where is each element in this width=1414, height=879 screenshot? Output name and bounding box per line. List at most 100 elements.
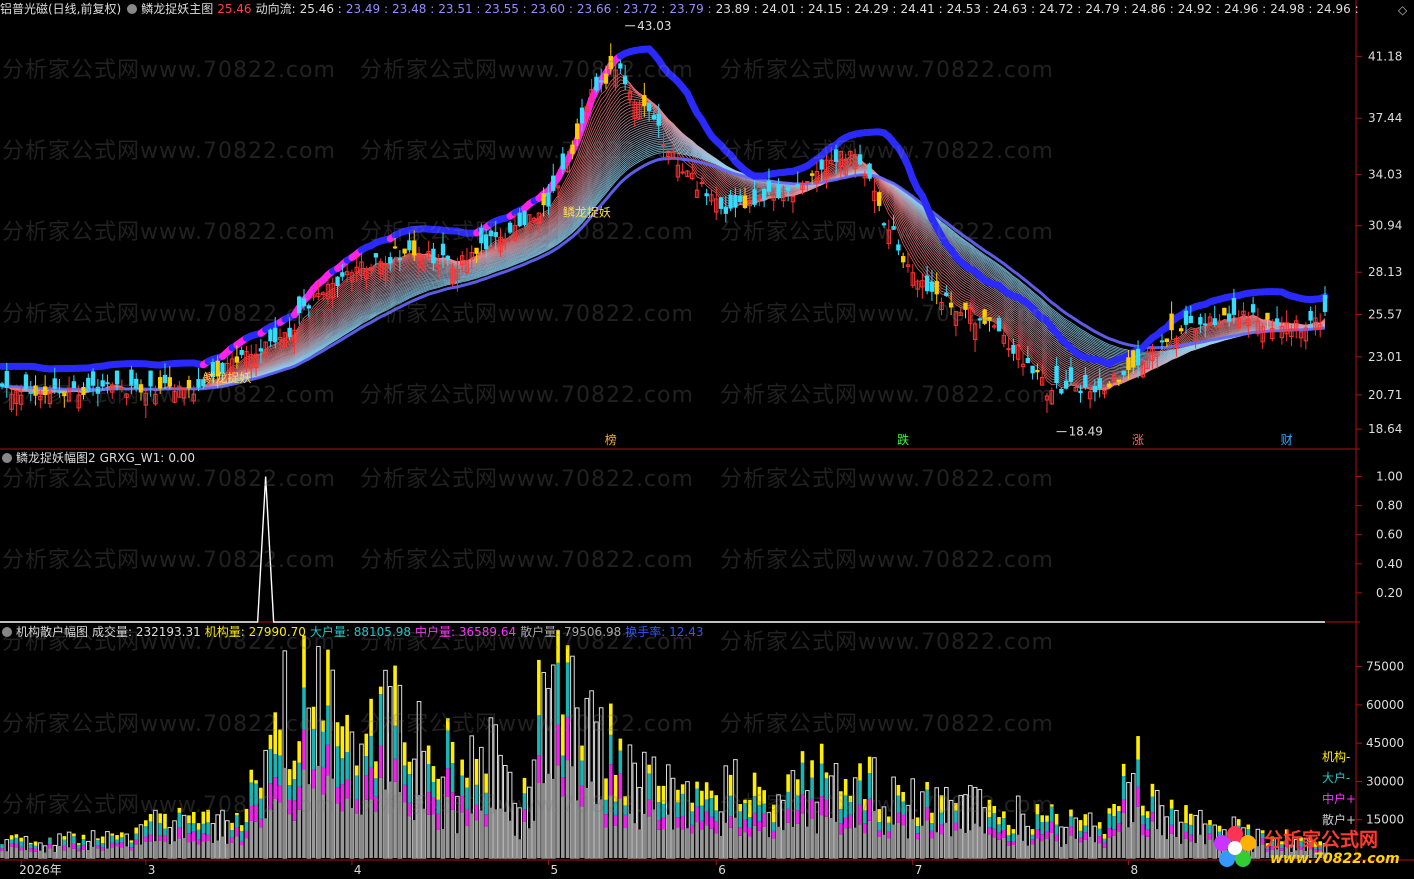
retail-volume-segment — [1083, 839, 1088, 858]
candle-body — [1107, 383, 1112, 388]
retail-volume-segment — [819, 815, 824, 858]
retail-volume-segment — [426, 814, 431, 858]
institution-volume-segment — [196, 823, 201, 830]
retail-volume-segment — [134, 844, 139, 858]
institution-volume-segment — [810, 760, 814, 778]
big-volume-segment — [1145, 817, 1150, 830]
retail-volume-segment — [944, 822, 949, 858]
mid-volume-segment — [196, 839, 201, 845]
retail-volume-segment — [863, 833, 867, 858]
retail-volume-segment — [1002, 837, 1006, 858]
institution-volume-segment — [1030, 829, 1035, 835]
retail-volume-segment — [623, 828, 627, 858]
retail-volume-segment — [1006, 845, 1011, 858]
candle-body — [1126, 357, 1131, 370]
big-volume-segment — [340, 758, 345, 785]
watermark-text: 分析家公式网www.70822.com — [2, 467, 336, 492]
retail-volume-segment — [767, 837, 771, 858]
settings-circle-icon[interactable] — [127, 4, 138, 14]
mid-volume-segment — [709, 816, 714, 829]
mid-volume-segment — [997, 832, 1001, 840]
event-marker: 榜 — [605, 432, 617, 447]
mid-volume-segment — [144, 836, 148, 842]
retail-volume-segment — [144, 841, 148, 858]
y-tick-label: 28.13 — [1368, 265, 1402, 279]
retail-volume-segment — [982, 833, 987, 858]
chart-canvas[interactable]: 41.18 37.44 34.03 30.94 28.13 25.57 23.01 20.71… — [0, 0, 1414, 879]
retail-volume-segment — [1045, 838, 1049, 858]
retail-volume-segment — [1097, 843, 1102, 858]
retail-volume-segment — [201, 841, 206, 858]
big-volume-segment — [618, 750, 623, 774]
x-tick-label: 2026年 — [19, 863, 62, 877]
candle-body — [1116, 379, 1122, 383]
candle-body — [1231, 298, 1237, 315]
retail-volume-segment — [139, 844, 143, 858]
mid-volume-segment — [700, 820, 704, 830]
mid-volume-segment — [656, 820, 661, 830]
institution-volume-segment — [14, 834, 19, 838]
watermark-text: 分析家公式网www.70822.com — [720, 383, 1054, 408]
big-volume-segment — [163, 828, 167, 836]
watermark-text: 分析家公式网www.70822.com — [2, 630, 336, 655]
retail-volume-segment — [412, 820, 417, 858]
big-volume-segment — [1069, 816, 1073, 827]
retail-volume-segment — [206, 841, 210, 858]
big-volume-segment — [700, 805, 704, 821]
y-tick-label: 45000 — [1366, 736, 1404, 750]
mid-volume-segment — [757, 821, 762, 831]
big-volume-segment — [364, 756, 369, 776]
retail-volume-segment — [431, 814, 436, 858]
institution-volume-segment — [618, 738, 623, 751]
retail-volume-segment — [263, 818, 268, 858]
mid-volume-segment — [1078, 837, 1083, 843]
candle-body — [1063, 380, 1069, 389]
retail-volume-segment — [1188, 841, 1193, 858]
watermark-text: 分析家公式网www.70822.com — [2, 383, 336, 408]
big-volume-segment — [1184, 823, 1188, 832]
retail-volume-segment — [628, 813, 632, 858]
x-tick-label: 8 — [1130, 863, 1138, 877]
institution-volume-segment — [1117, 806, 1121, 812]
retail-volume-segment — [968, 830, 973, 858]
mid-volume-segment — [1054, 834, 1059, 842]
candle-body — [546, 192, 551, 207]
retail-volume-segment — [867, 820, 872, 858]
institution-volume-segment — [1107, 808, 1112, 814]
candle-body — [1222, 307, 1227, 316]
institution-volume-segment — [120, 832, 124, 838]
institution-volume-segment — [426, 745, 431, 764]
mid-volume-segment — [0, 848, 4, 852]
flow-values: 25.46 :23.49 :23.48 :23.51 :23.55 :23.60… — [300, 2, 1360, 16]
big-volume-segment — [369, 735, 373, 767]
candle-body — [1183, 310, 1189, 325]
mid-volume-segment — [1045, 831, 1049, 839]
big-volume-segment — [81, 839, 86, 845]
ma-line — [1, 129, 1326, 392]
mid-volume-segment — [747, 827, 752, 837]
candle-body — [805, 180, 810, 183]
flow-value: 23.49 : — [345, 2, 389, 16]
big-volume-segment — [9, 839, 14, 844]
flow-value: 23.66 : — [576, 2, 620, 16]
institution-volume-segment — [709, 790, 714, 799]
watermark-text: 分析家公式网www.70822.com — [2, 220, 336, 245]
candle-body — [704, 193, 709, 197]
institution-volume-segment — [1188, 813, 1193, 825]
retail-volume-segment — [781, 830, 786, 858]
retail-volume-segment — [843, 828, 848, 858]
big-volume-segment — [115, 839, 119, 844]
mid-volume-segment — [1069, 826, 1073, 836]
volume-bars — [0, 630, 1328, 859]
retail-volume-segment — [853, 827, 858, 858]
retail-volume-segment — [38, 850, 43, 858]
retail-volume-segment — [259, 827, 263, 858]
mid-volume-segment — [19, 846, 23, 851]
institution-volume-segment — [1097, 822, 1102, 829]
flow-value: 24.41 : — [900, 2, 943, 16]
candle-body — [766, 180, 772, 192]
big-volume-segment — [187, 823, 191, 834]
flow-value: 24.29 : — [854, 2, 897, 16]
mid-volume-segment — [714, 821, 719, 834]
big-volume-segment — [709, 798, 714, 817]
